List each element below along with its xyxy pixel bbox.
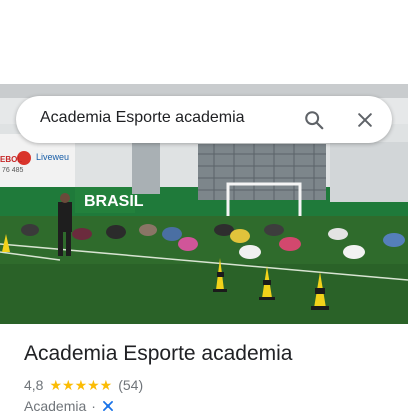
rating-stars: ★★★★★: [49, 376, 113, 393]
search-icon: [305, 111, 324, 130]
ad-text: Liveweu: [36, 152, 69, 162]
category-label: Academia: [24, 398, 87, 414]
banner-text: BRASIL: [84, 193, 144, 210]
place-title[interactable]: Academia Esporte academia: [24, 342, 292, 366]
rating-value: 4,8: [24, 377, 44, 393]
search-bar[interactable]: Academia Esporte academia: [16, 96, 392, 143]
ad-phone: 76 485: [2, 167, 24, 174]
review-count[interactable]: (54): [118, 377, 143, 393]
rating-row[interactable]: 4,8 ★★★★★ (54): [24, 376, 143, 394]
clear-search-button[interactable]: [350, 105, 380, 135]
sport-icon: [102, 401, 113, 411]
ad-text-left: EBOL: [0, 155, 22, 164]
search-button[interactable]: [299, 105, 329, 135]
category-row: Academia ·: [24, 398, 115, 414]
search-input[interactable]: Academia Esporte academia: [40, 109, 245, 127]
close-icon: [358, 113, 372, 127]
separator-dot: ·: [91, 398, 96, 414]
